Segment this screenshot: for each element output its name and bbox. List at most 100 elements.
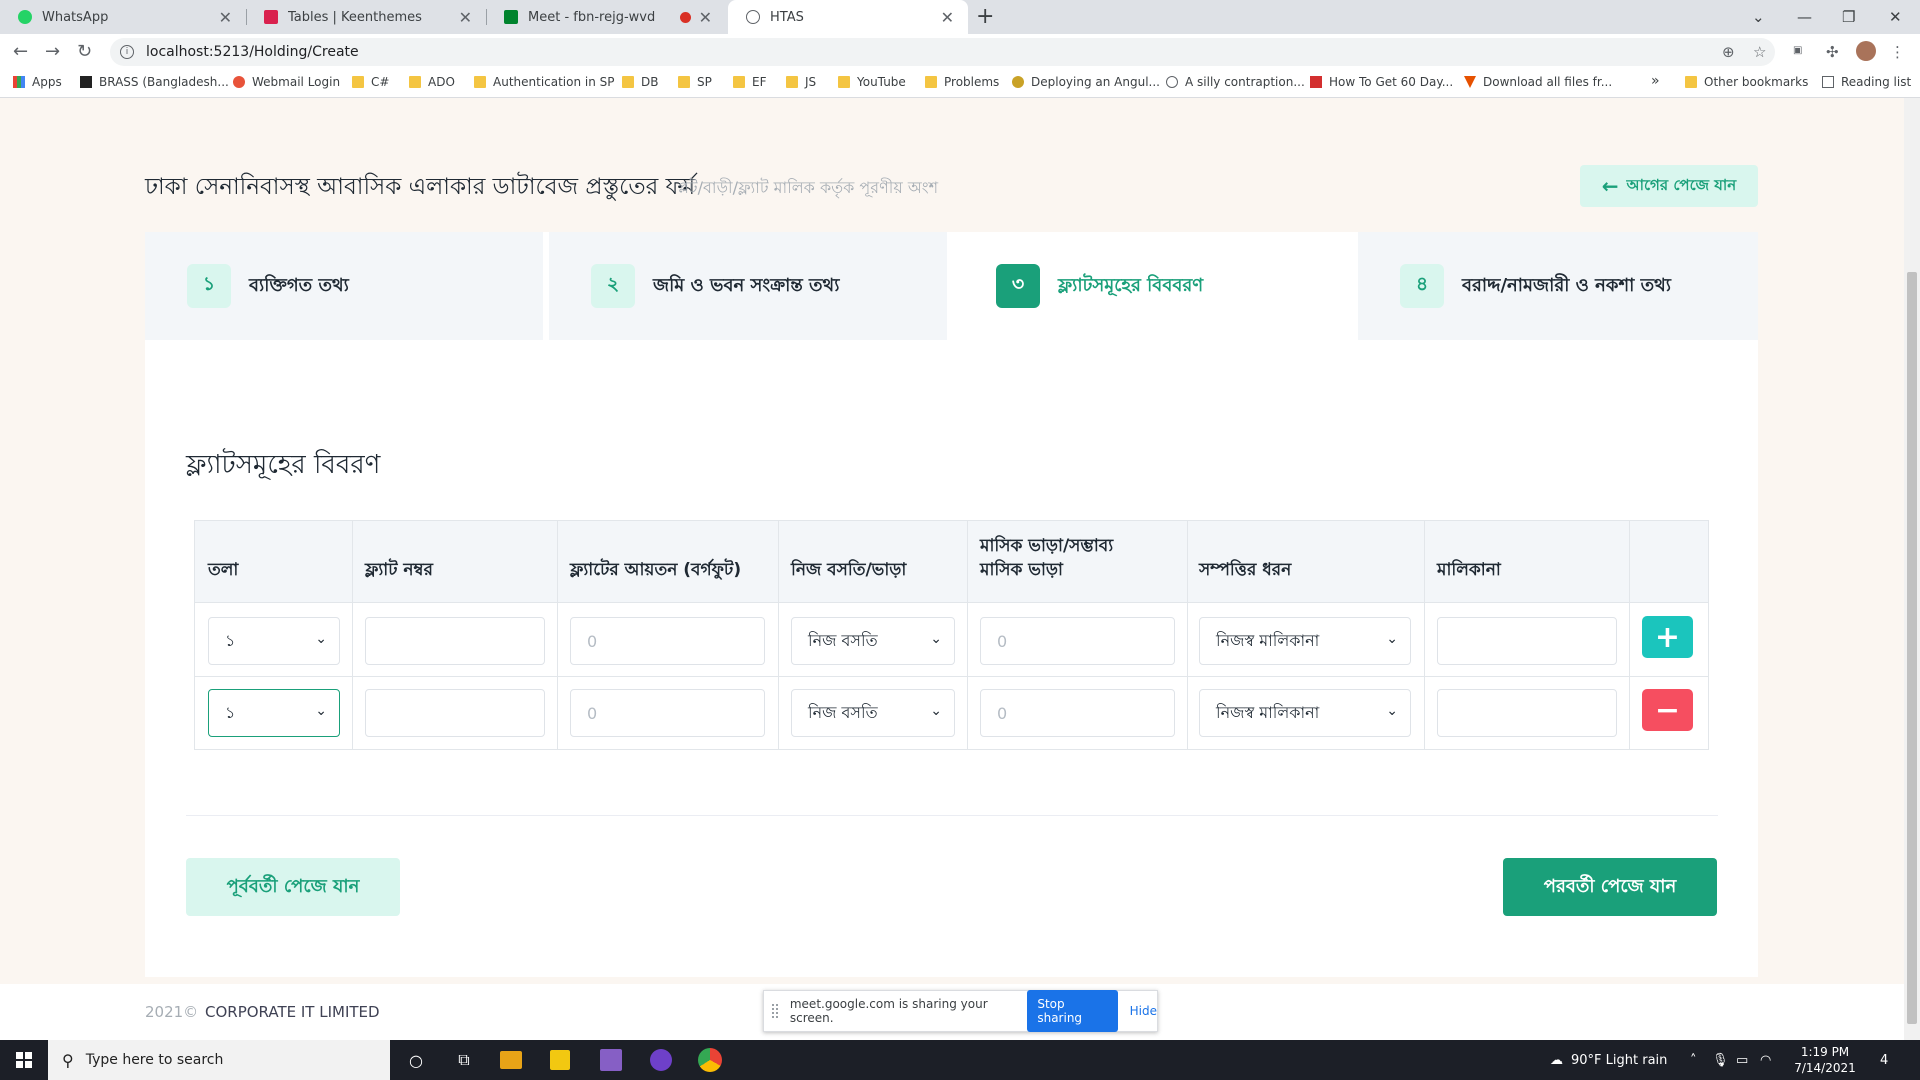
monthly-rent-input[interactable]: 0 [980, 617, 1175, 665]
close-window-icon[interactable]: ✕ [1889, 0, 1902, 34]
step-label: ফ্ল্যাটসমূহের বিববরণ [1058, 274, 1204, 296]
add-row-button[interactable]: + [1642, 616, 1693, 658]
bookmark-ef[interactable]: EF [733, 75, 766, 89]
tray-chevron-icon[interactable]: ˄ [1690, 1040, 1697, 1080]
chrome-icon[interactable] [698, 1048, 722, 1072]
floor-select[interactable]: ১ ⌄ [208, 689, 340, 737]
bookmark-apps[interactable]: Apps [13, 75, 62, 89]
bookmark-js[interactable]: JS [786, 75, 816, 89]
bookmark-overflow-chevron[interactable]: » [1651, 73, 1660, 89]
bookmark-webmail[interactable]: Webmail Login [233, 75, 340, 89]
tab-search-icon[interactable]: ⌄ [1752, 0, 1765, 34]
file-explorer-icon[interactable] [500, 1051, 522, 1069]
property-type-select[interactable]: নিজস্ব মালিকানা ⌄ [1199, 617, 1411, 665]
bookmark-deploying[interactable]: Deploying an Angul... [1012, 75, 1160, 89]
back-arrow-icon[interactable]: ← [13, 41, 28, 62]
bookmark-label: Webmail Login [252, 75, 341, 89]
address-bar[interactable]: i localhost:5213/Holding/Create [110, 38, 1775, 66]
profile-avatar[interactable] [1856, 41, 1876, 61]
cortana-icon[interactable]: ○ [402, 1046, 430, 1074]
github-desktop-icon[interactable] [650, 1049, 672, 1071]
tab-whatsapp[interactable]: WhatsApp ✕ [0, 0, 246, 34]
close-tab-icon[interactable]: ✕ [941, 8, 954, 27]
step-2-land-building[interactable]: ২ জমি ও ভবন সংক্রান্ত তথ্য [549, 232, 947, 340]
previous-page-button[interactable]: ← আগের পেজে যান [1580, 165, 1758, 207]
scrollbar-thumb[interactable] [1907, 272, 1917, 1024]
network-icon[interactable]: ◠ [1760, 1040, 1771, 1080]
occupancy-select[interactable]: নিজ বসতি ⌄ [791, 617, 955, 665]
bookmark-youtube[interactable]: YouTube [838, 75, 906, 89]
prev-page-button[interactable]: পূর্ববর্তী পেজে যান [186, 858, 400, 916]
bookmark-problems[interactable]: Problems [925, 75, 999, 89]
bookmark-db[interactable]: DB [622, 75, 658, 89]
step-4-allotment-info[interactable]: ৪ বরাদ্দ/নামজারী ও নকশা তথ্য [1358, 232, 1758, 340]
taskbar-search-box[interactable]: ⚲ Type here to search [48, 1040, 390, 1080]
bookmark-60-day[interactable]: How To Get 60 Day... [1310, 75, 1453, 89]
share-status-text: meet.google.com is sharing your screen. [789, 997, 988, 1025]
visual-studio-icon[interactable] [600, 1049, 622, 1071]
bookmark-star-icon[interactable]: ☆ [1753, 43, 1766, 61]
tab-meet[interactable]: Meet - fbn-rejg-wvd ✕ [486, 0, 726, 34]
close-tab-icon[interactable]: ✕ [219, 8, 232, 27]
bookmark-csharp[interactable]: C# [352, 75, 389, 89]
reload-icon[interactable]: ↻ [77, 41, 92, 62]
footer-company: CORPORATE IT LIMITED [205, 1003, 380, 1021]
menu-icon[interactable]: ⋮ [1890, 43, 1905, 61]
windows-start-icon[interactable] [16, 1052, 32, 1068]
footer-year: 2021© [145, 1003, 199, 1021]
chevron-down-icon: ⌄ [1386, 631, 1398, 647]
floor-select[interactable]: ১ ⌄ [208, 617, 340, 665]
puzzle-icon[interactable]: ✣ [1826, 43, 1839, 61]
ownership-input[interactable] [1437, 689, 1617, 737]
bookmark-sp[interactable]: SP [678, 75, 712, 89]
task-view-icon[interactable]: ⧉ [450, 1046, 478, 1074]
microphone-icon[interactable]: 🎙 [1712, 1040, 1729, 1080]
sticky-notes-icon[interactable] [550, 1050, 570, 1070]
system-clock[interactable]: 1:19 PM 7/14/2021 [1785, 1044, 1865, 1076]
weather-widget[interactable]: ☁ 90°F Light rain [1550, 1040, 1667, 1080]
webmail-icon [233, 76, 245, 88]
forward-arrow-icon[interactable]: → [45, 41, 60, 62]
minimize-icon[interactable]: — [1797, 0, 1812, 34]
bookmark-authentication[interactable]: Authentication in SP [474, 75, 615, 89]
notification-center-icon[interactable]: 4 [1880, 1040, 1888, 1080]
step-3-flat-details[interactable]: ৩ ফ্ল্যাটসমূহের বিববরণ [954, 232, 1352, 340]
bookmark-download-files[interactable]: Download all files fr... [1464, 75, 1612, 89]
bookmark-silly-contraption[interactable]: A silly contraption... [1166, 75, 1305, 89]
ownership-input[interactable] [1437, 617, 1617, 665]
battery-icon[interactable]: ▭ [1736, 1040, 1748, 1080]
tab-htas[interactable]: HTAS ✕ [728, 0, 968, 34]
chevron-down-icon: ⌄ [930, 703, 942, 719]
stop-sharing-button[interactable]: Stop sharing [1027, 990, 1118, 1032]
flat-number-input[interactable] [365, 689, 545, 737]
monthly-rent-input[interactable]: 0 [980, 689, 1175, 737]
step-1-personal-info[interactable]: ১ ব্যক্তিগত তথ্য [145, 232, 543, 340]
property-type-select[interactable]: নিজস্ব মালিকানা ⌄ [1199, 689, 1411, 737]
flat-number-input[interactable] [365, 617, 545, 665]
new-tab-button[interactable]: + [976, 4, 994, 29]
extension-icon[interactable]: ▣ [1793, 45, 1802, 56]
flat-area-input[interactable]: 0 [570, 617, 765, 665]
tab-title: WhatsApp [42, 9, 109, 25]
close-tab-icon[interactable]: ✕ [459, 8, 472, 27]
tab-keenthemes[interactable]: Tables | Keenthemes ✕ [246, 0, 486, 34]
bookmark-label: C# [371, 75, 390, 89]
step-number: ২ [591, 264, 635, 308]
bookmark-other[interactable]: Other bookmarks [1685, 75, 1808, 89]
plus-icon: + [1654, 619, 1681, 655]
bookmark-ado[interactable]: ADO [409, 75, 455, 89]
restore-icon[interactable]: ❐ [1842, 0, 1855, 34]
remove-row-button[interactable]: − [1642, 689, 1693, 731]
keenthemes-icon [264, 10, 278, 24]
reading-list[interactable]: Reading list [1822, 75, 1911, 89]
bookmark-brass[interactable]: BRASS (Bangladesh... [80, 75, 229, 89]
flat-area-input[interactable]: 0 [570, 689, 765, 737]
next-page-button[interactable]: পরবর্তী পেজে যান [1503, 858, 1717, 916]
drag-handle-icon[interactable] [772, 1004, 778, 1018]
close-tab-icon[interactable]: ✕ [699, 8, 712, 27]
occupancy-select[interactable]: নিজ বসতি ⌄ [791, 689, 955, 737]
info-icon[interactable]: i [120, 45, 134, 59]
floor-value: ১ [225, 630, 236, 650]
hide-share-bar-button[interactable]: Hide [1130, 1004, 1157, 1018]
zoom-icon[interactable]: ⊕ [1722, 43, 1735, 61]
